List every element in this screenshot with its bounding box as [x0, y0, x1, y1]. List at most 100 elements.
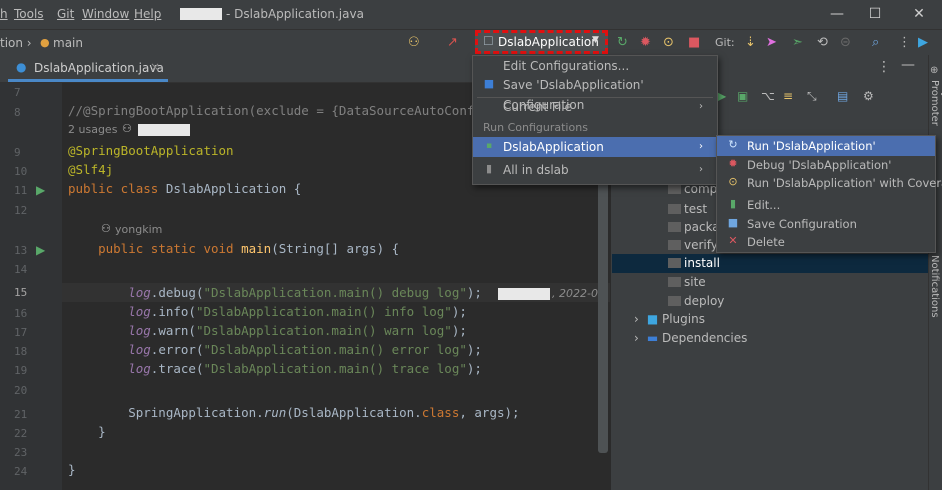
- run-config-selector[interactable]: ☐ DslabApplication ▼: [475, 30, 608, 54]
- notifications-tab[interactable]: Notifications: [929, 255, 940, 318]
- spring-run-icon: ▪: [485, 141, 493, 151]
- menu-delete[interactable]: ✕ Delete: [717, 232, 935, 252]
- right-tool-strip: ⊕ Key Promoter Notifications: [928, 55, 942, 490]
- toggle-offline-icon[interactable]: ⌥: [761, 89, 775, 103]
- key-promoter-tab[interactable]: Key Promoter: [929, 80, 942, 140]
- delete-icon: ✕: [728, 234, 738, 247]
- code-line-9[interactable]: @SpringBootApplication: [68, 143, 234, 158]
- code-line-22[interactable]: }: [68, 424, 106, 439]
- chevron-right-icon: ›: [634, 312, 639, 326]
- analyze-icon[interactable]: ▤: [837, 89, 848, 103]
- code-line-17[interactable]: log.warn("DslabApplication.main() warn l…: [68, 323, 467, 338]
- tree-item-dependencies[interactable]: › ▬ Dependencies: [634, 329, 747, 348]
- run-config-label: DslabApplication: [498, 35, 599, 49]
- lifecycle-icon: [668, 222, 681, 232]
- skip-tests-icon[interactable]: ≡: [783, 89, 793, 103]
- code-line-11[interactable]: public class DslabApplication {: [68, 181, 301, 196]
- code-line-10[interactable]: @Slf4j: [68, 162, 113, 177]
- more-icon[interactable]: ⋮: [898, 33, 911, 53]
- menu-help[interactable]: Help: [134, 7, 161, 21]
- menu-window[interactable]: Window: [82, 7, 129, 21]
- code-line-18[interactable]: log.error("DslabApplication.main() error…: [68, 342, 482, 357]
- menu-all-in-dslab[interactable]: ▮ All in dslab ›: [473, 160, 717, 180]
- line-number: 13: [14, 244, 28, 257]
- author-icon: ⚇: [101, 222, 111, 235]
- panel-hide-icon[interactable]: —: [901, 57, 915, 73]
- lifecycle-icon: [668, 277, 681, 287]
- code-line-13[interactable]: public static void main(String[] args) {: [68, 241, 399, 256]
- tree-item-install[interactable]: install: [668, 254, 720, 273]
- main-toolbar: tion › ● main ⚇ ↗ ↻ ✹ ⊙ ■ Git: ⇣ ➤ ➣ ⟲ ⊝…: [0, 29, 942, 55]
- code-line-19[interactable]: log.trace("DslabApplication.main() trace…: [68, 361, 482, 376]
- menu-git[interactable]: Git: [57, 7, 74, 21]
- tree-item-verify[interactable]: verify: [668, 236, 718, 255]
- chevron-right-icon: ›: [699, 164, 703, 175]
- close-tab-icon[interactable]: ×: [150, 60, 160, 74]
- rollback-icon[interactable]: ⊝: [840, 33, 851, 53]
- build-hammer-icon[interactable]: ↗: [447, 33, 458, 53]
- line-number: 21: [14, 408, 28, 421]
- plugins-icon: ■: [646, 312, 662, 326]
- chevron-right-icon: ›: [699, 101, 703, 112]
- test-icon: ▮: [485, 162, 493, 175]
- menu-edit-configurations[interactable]: Edit Configurations...: [473, 56, 717, 76]
- debug-icon: ✹: [728, 157, 738, 170]
- rerun-icon[interactable]: ↻: [617, 33, 628, 53]
- collapse-icon[interactable]: ⤡: [807, 89, 817, 104]
- run-main-gutter-icon[interactable]: ▶: [36, 243, 45, 257]
- settings-icon[interactable]: ⚙: [863, 89, 874, 103]
- key-promoter-icon: ⊕: [930, 65, 939, 76]
- title-bar: h Tools Git Window Help - DslabApplicati…: [0, 0, 942, 29]
- menu-debug[interactable]: ✹ Debug 'DslabApplication': [717, 155, 935, 175]
- git-pull-icon[interactable]: ➣: [792, 33, 803, 53]
- config-icon: ☐: [483, 34, 494, 48]
- close-button[interactable]: ✕: [904, 4, 934, 24]
- code-line-8[interactable]: //@SpringBootApplication(exclude = {Data…: [68, 103, 482, 118]
- chevron-right-icon: ›: [634, 331, 639, 345]
- menu-dslab-application[interactable]: ▪ DslabApplication ›: [473, 137, 717, 157]
- branch-label[interactable]: main: [53, 33, 83, 53]
- code-line-16[interactable]: log.info("DslabApplication.main() info l…: [68, 304, 467, 319]
- run-gutter-icon[interactable]: ▶: [36, 183, 45, 197]
- tree-item-test[interactable]: test: [668, 200, 707, 219]
- git-update-icon[interactable]: ⇣: [745, 33, 756, 53]
- menu-run-coverage[interactable]: ⊙ Run 'DslabApplication' with Coverage: [717, 173, 942, 193]
- menu-section-header: Run Configurations: [483, 121, 588, 134]
- maximize-button[interactable]: ☐: [860, 4, 890, 24]
- line-number: 11: [14, 184, 28, 197]
- line-number: 24: [14, 465, 28, 478]
- minimize-button[interactable]: —: [822, 4, 852, 24]
- tree-item-site[interactable]: site: [668, 273, 706, 292]
- menu-tools[interactable]: Tools: [14, 7, 44, 21]
- coverage-icon[interactable]: ⊙: [663, 33, 674, 53]
- user-icon[interactable]: ⚇: [408, 33, 420, 53]
- author-hint[interactable]: yongkim: [115, 223, 162, 236]
- menu-edit[interactable]: ▮ Edit...: [717, 195, 935, 215]
- menu-current-file[interactable]: Current File ›: [473, 97, 717, 117]
- menu-save-configuration[interactable]: ■ Save 'DslabApplication' Configuration: [473, 75, 717, 113]
- git-push-icon[interactable]: ➤: [766, 33, 777, 53]
- code-line-21[interactable]: SpringApplication.run(DslabApplication.c…: [68, 405, 519, 420]
- coverage-icon: ⊙: [728, 175, 738, 188]
- maven-exec-icon[interactable]: ▣: [737, 89, 748, 103]
- menu-run[interactable]: ↻ Run 'DslabApplication': [717, 136, 935, 156]
- debug-icon[interactable]: ✹: [640, 33, 651, 53]
- history-icon[interactable]: ⟲: [817, 33, 828, 53]
- breadcrumb[interactable]: tion ›: [0, 33, 32, 53]
- code-line-15[interactable]: log.debug("DslabApplication.main() debug…: [68, 285, 482, 300]
- tree-item-deploy[interactable]: deploy: [668, 292, 724, 311]
- search-icon[interactable]: ⌕: [872, 33, 879, 53]
- plugin-icon[interactable]: ▶: [918, 33, 928, 53]
- tree-item-plugins[interactable]: › ■ Plugins: [634, 310, 705, 329]
- lifecycle-icon: [668, 184, 681, 194]
- usages-hint[interactable]: 2 usages: [68, 123, 117, 136]
- run-config-dropdown: Edit Configurations... ■ Save 'DslabAppli…: [472, 55, 718, 185]
- menu-save-config[interactable]: ■ Save Configuration: [717, 214, 935, 234]
- stop-icon[interactable]: ■: [688, 33, 700, 53]
- tab-dslab-application[interactable]: ● DslabApplication.java ×: [8, 55, 168, 82]
- lifecycle-icon: [668, 240, 681, 250]
- panel-options-icon[interactable]: ⋮: [877, 59, 891, 75]
- redacted-blame: [498, 288, 550, 300]
- code-line-24[interactable]: }: [68, 462, 76, 477]
- maven-run-icon[interactable]: ▶: [717, 89, 726, 103]
